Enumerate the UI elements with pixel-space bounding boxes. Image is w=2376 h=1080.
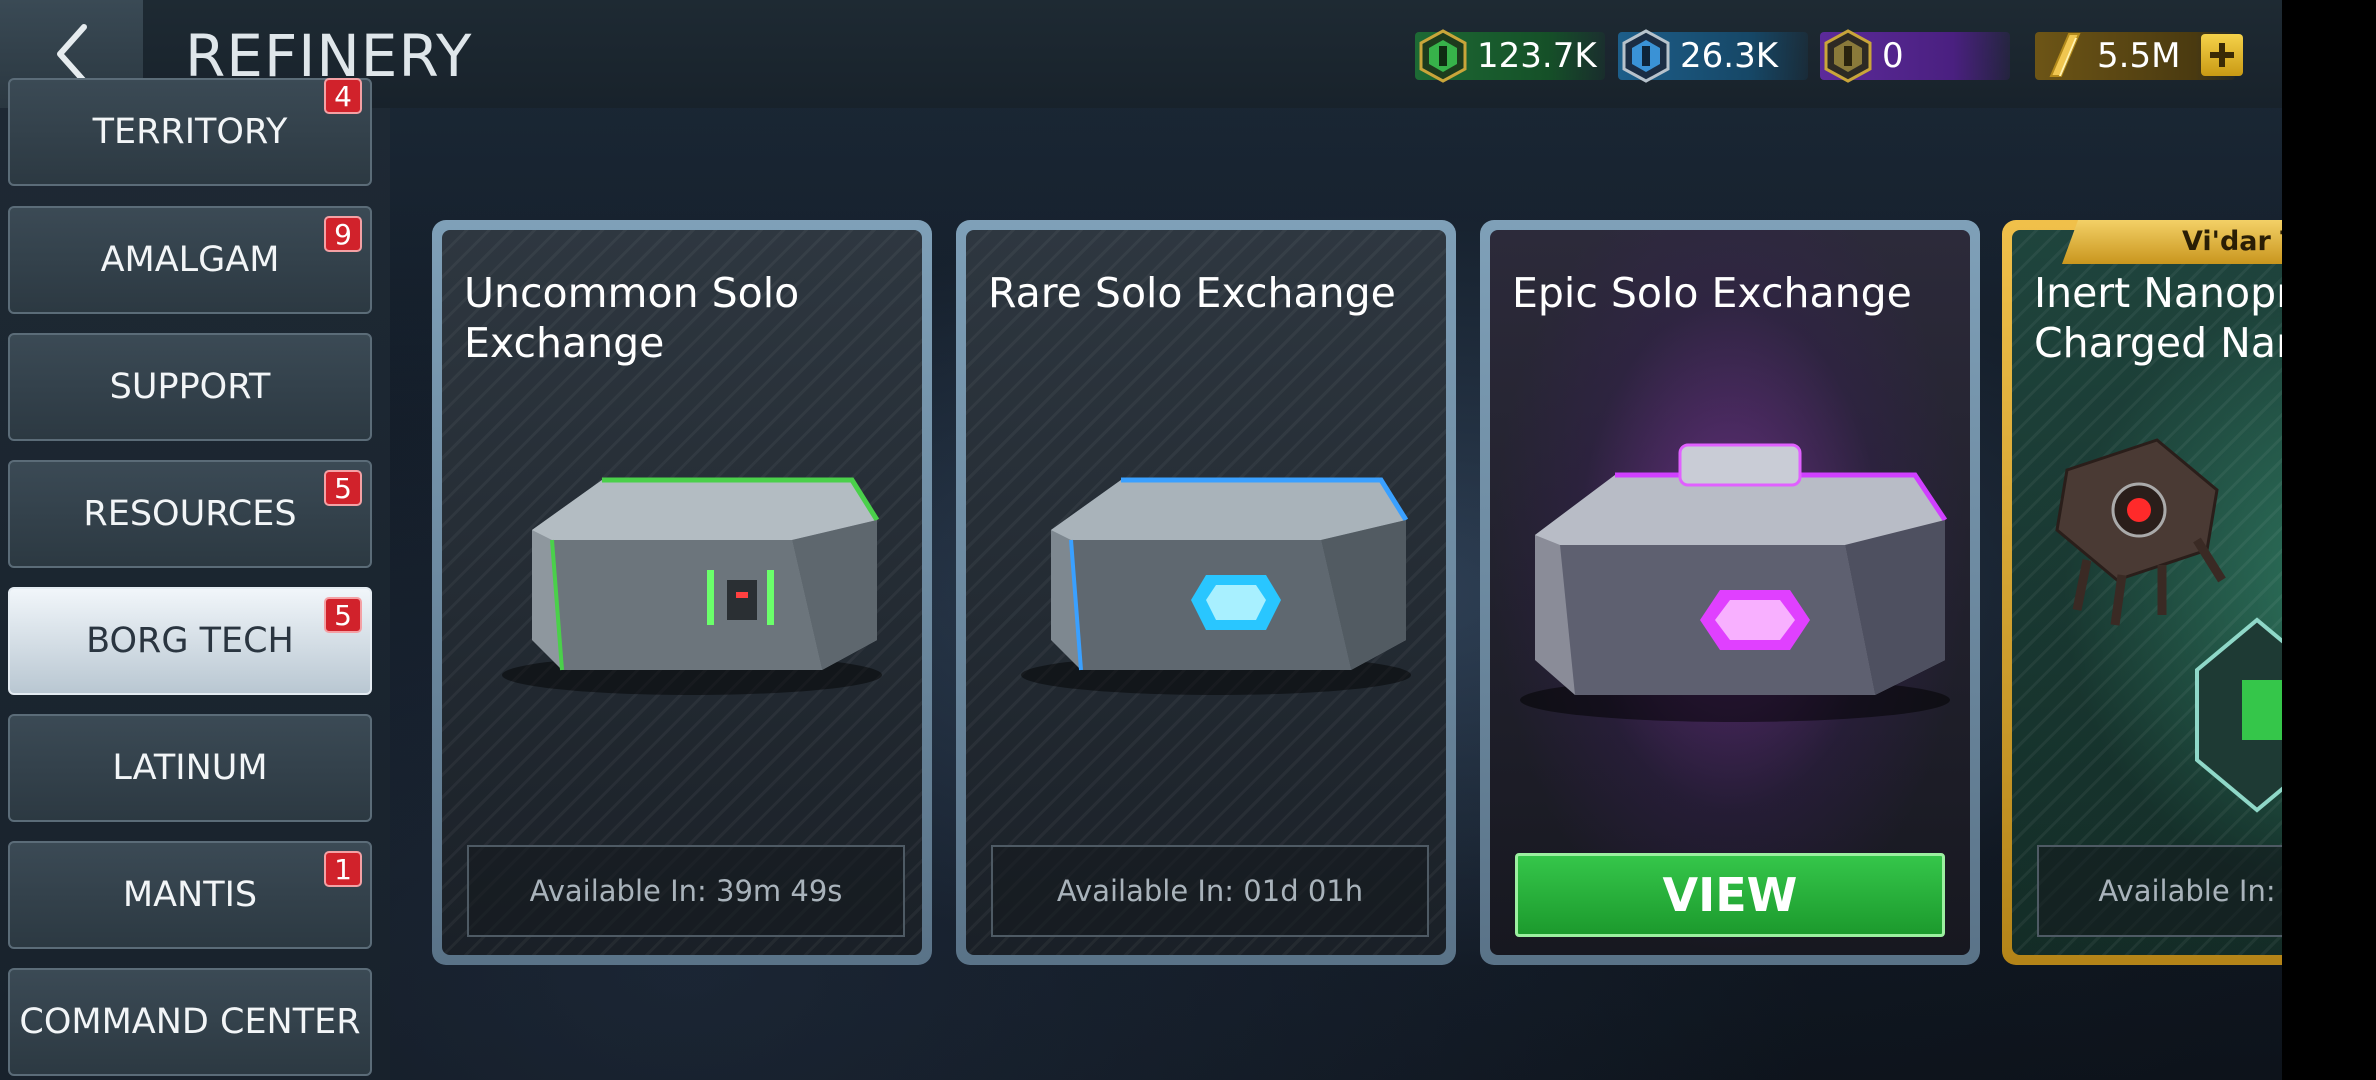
notification-badge: 9 — [324, 216, 362, 252]
sidebar-item-label: BORG TECH — [86, 621, 294, 661]
exchange-card-rare[interactable]: Rare Solo Exchange Available In: 01d 01h — [956, 220, 1456, 965]
resource-blue: 26.3K — [1618, 28, 1808, 84]
sidebar-item-latinum[interactable]: LATINUM — [8, 714, 372, 822]
event-ribbon: Vi'dar Ti — [2062, 220, 2282, 264]
card-panel: Uncommon Solo Exchange Available In: 39m… — [442, 230, 922, 955]
sidebar-item-label: TERRITORY — [92, 112, 288, 152]
card-title: Uncommon Solo Exchange — [464, 269, 800, 367]
sidebar-item-label: RESOURCES — [83, 494, 297, 534]
availability-timer: Available In: 01d 01h — [991, 845, 1429, 937]
card-title: Rare Solo Exchange — [988, 269, 1396, 317]
latinum-bar-icon — [2049, 33, 2081, 77]
blue-hexagon-icon — [1622, 29, 1670, 83]
sidebar-item-territory[interactable]: TERRITORY 4 — [8, 78, 372, 186]
view-button[interactable]: VIEW — [1515, 853, 1945, 937]
plus-icon — [2210, 43, 2234, 67]
availability-timer: Available In: 39m 49s — [467, 845, 905, 937]
sidebar-item-label: AMALGAM — [100, 240, 280, 280]
event-ribbon-label: Vi'dar Ti — [2182, 225, 2282, 257]
purple-hexagon-icon — [1824, 29, 1872, 83]
card-panel: Inert Nanopr Charged Nar Available In: — [2012, 230, 2282, 955]
sidebar-item-resources[interactable]: RESOURCES 5 — [8, 460, 372, 568]
rare-crate-icon — [1021, 477, 1411, 695]
resource-green: 123.7K — [1415, 28, 1605, 84]
exchange-card-epic[interactable]: Epic Solo Exchange VIEW — [1480, 220, 1980, 965]
sidebar-item-amalgam[interactable]: AMALGAM 9 — [8, 206, 372, 314]
sidebar-item-support[interactable]: SUPPORT — [8, 333, 372, 441]
notification-badge: 1 — [324, 851, 362, 887]
sidebar-item-label: SUPPORT — [109, 367, 271, 407]
notification-badge: 5 — [324, 597, 362, 633]
latinum: 5.5M — [2035, 28, 2243, 84]
uncommon-crate-icon — [502, 477, 882, 695]
card-panel: Epic Solo Exchange VIEW — [1490, 230, 1970, 955]
nanoprobe-icon — [2055, 438, 2282, 813]
green-hexagon-icon — [1419, 29, 1467, 83]
sidebar-item-label: COMMAND CENTER — [19, 1002, 361, 1042]
sidebar-item-mantis[interactable]: MANTIS 1 — [8, 841, 372, 949]
epic-crate-icon — [1520, 443, 1950, 722]
notification-badge: 5 — [324, 470, 362, 506]
resource-purple: 0 — [1820, 28, 2010, 84]
exchange-card-uncommon[interactable]: Uncommon Solo Exchange Available In: 39m… — [432, 220, 932, 965]
card-panel: Rare Solo Exchange Available In: 01d 01h — [966, 230, 1446, 955]
card-title: Epic Solo Exchange — [1512, 269, 1912, 317]
add-latinum-button[interactable] — [2201, 34, 2243, 76]
sidebar-item-label: MANTIS — [122, 875, 258, 915]
game-screen: REFINERY 123.7K 26.3K 0 5.5M TERRITORY 4… — [0, 0, 2282, 1080]
card-title: Inert Nanopr Charged Nar — [2034, 269, 2282, 367]
chevron-left-icon — [56, 24, 87, 84]
sidebar-item-borg-tech[interactable]: BORG TECH 5 — [8, 587, 372, 695]
availability-timer: Available In: — [2037, 845, 2282, 937]
sidebar-item-label: LATINUM — [112, 748, 268, 788]
system-edge — [2282, 0, 2376, 1080]
sidebar: TERRITORY 4 AMALGAM 9 SUPPORT RESOURCES … — [0, 78, 390, 1080]
exchange-card-nanoprobe[interactable]: Inert Nanopr Charged Nar Available In: V… — [2002, 220, 2282, 965]
notification-badge: 4 — [324, 78, 362, 114]
sidebar-item-command-center[interactable]: COMMAND CENTER — [8, 968, 372, 1076]
